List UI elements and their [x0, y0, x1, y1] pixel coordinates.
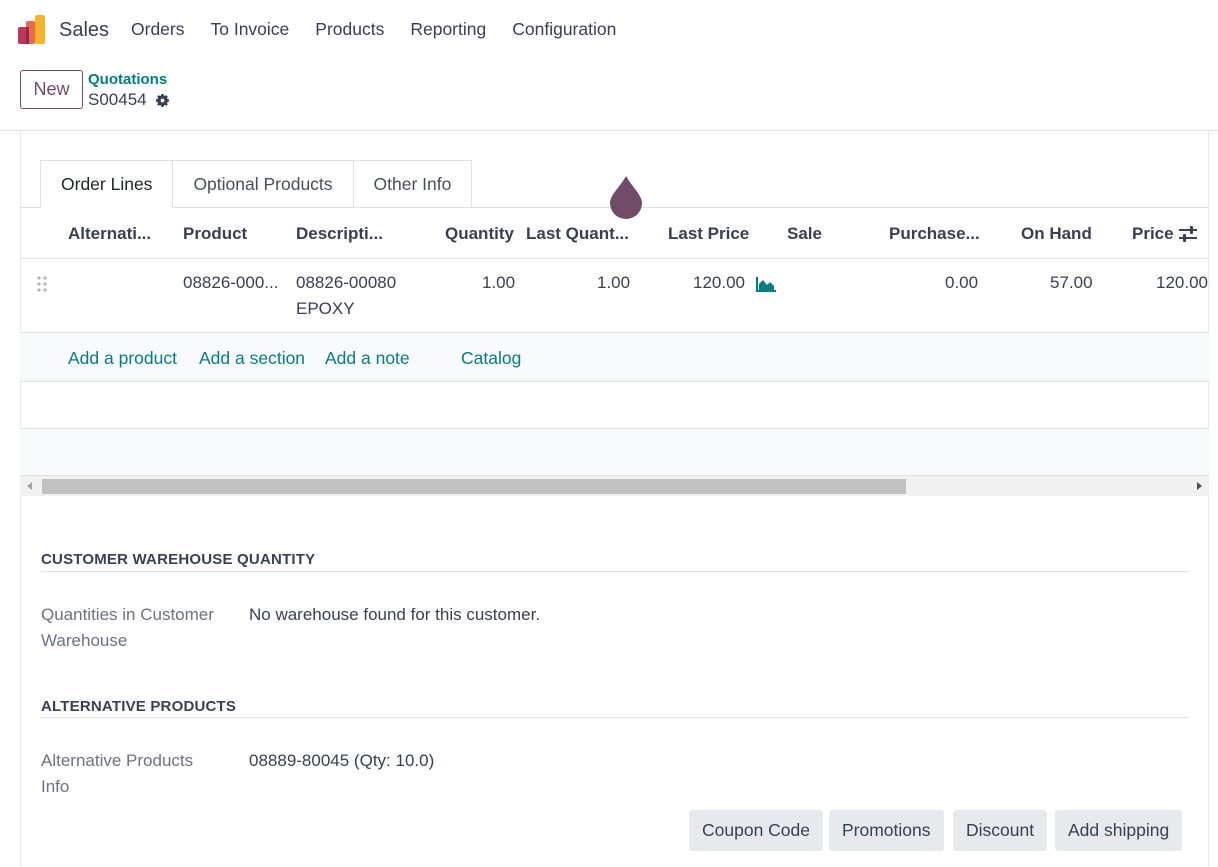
cell-product[interactable]: 08826-000... — [183, 273, 278, 293]
empty-row — [20, 429, 1209, 476]
notebook-tabs: Order Lines Optional Products Other Info — [40, 160, 473, 208]
new-button[interactable]: New — [20, 70, 83, 109]
cell-last-price: 120.00 — [693, 273, 745, 292]
add-note-link[interactable]: Add a note — [325, 348, 410, 369]
menu-products[interactable]: Products — [315, 19, 384, 40]
cell-price[interactable]: 120.00 — [1156, 273, 1208, 293]
section-divider — [41, 571, 1189, 572]
label-line: Info — [41, 777, 70, 796]
cell-last-quantity: 1.00 — [597, 273, 631, 292]
cell-purchase: 0.00 — [945, 273, 979, 292]
cell-description-line2[interactable]: EPOXY — [296, 299, 355, 319]
tab-other-info[interactable]: Other Info — [352, 160, 473, 208]
section-divider — [41, 717, 1189, 718]
menu-orders[interactable]: Orders — [131, 19, 184, 40]
optional-columns-icon[interactable] — [1177, 224, 1199, 244]
area-chart-icon[interactable] — [755, 275, 777, 293]
section-title-alternative-products: ALTERNATIVE PRODUCTS — [41, 698, 237, 715]
record-name: S00454 — [88, 90, 147, 109]
field-value-customer-warehouse: No warehouse found for this customer. — [249, 605, 541, 624]
section-title-customer-warehouse: CUSTOMER WAREHOUSE QUANTITY — [41, 551, 316, 568]
column-header-last-quantity[interactable]: Last Quant... — [526, 224, 629, 244]
top-navbar: Sales Orders To Invoice Products Reporti… — [0, 0, 1218, 60]
sales-app-logo-icon[interactable] — [18, 15, 48, 45]
field-label-alternative-products: Alternative Products Info — [41, 748, 231, 800]
field-label-customer-warehouse: Quantities in Customer Warehouse — [41, 602, 231, 654]
column-header-last-price[interactable]: Last Price — [668, 224, 749, 244]
column-header-quantity[interactable]: Quantity — [445, 224, 514, 244]
coupon-code-button[interactable]: Coupon Code — [689, 810, 823, 851]
scroll-left-arrow-icon[interactable] — [27, 482, 32, 490]
cursor-drop-icon — [610, 176, 642, 219]
add-product-link[interactable]: Add a product — [68, 348, 177, 369]
tab-order-lines[interactable]: Order Lines — [40, 160, 174, 208]
column-header-alternative[interactable]: Alternati... — [68, 224, 151, 244]
column-header-description[interactable]: Descripti... — [296, 224, 383, 244]
tab-optional-products[interactable]: Optional Products — [172, 160, 354, 208]
empty-row — [20, 382, 1209, 429]
menu-reporting[interactable]: Reporting — [410, 19, 486, 40]
label-line: Alternative Products — [41, 751, 194, 770]
column-header-on-hand[interactable]: On Hand — [1021, 224, 1092, 244]
menu-to-invoice[interactable]: To Invoice — [210, 19, 289, 40]
discount-button[interactable]: Discount — [953, 810, 1048, 851]
drag-handle-icon[interactable] — [36, 275, 48, 293]
table-row[interactable]: 08826-000... 08826-00080 EPOXY 1.00 1.00… — [20, 259, 1209, 333]
field-value-alternative-products: 08889-80045 (Qty: 10.0) — [249, 751, 435, 770]
promotions-button[interactable]: Promotions — [829, 810, 944, 851]
add-line-row: Add a product Add a section Add a note C… — [20, 333, 1209, 382]
cell-description-line1[interactable]: 08826-00080 — [296, 273, 396, 293]
cell-on-hand: 57.00 — [1050, 273, 1093, 292]
scrollbar-thumb[interactable] — [42, 479, 906, 494]
column-header-sale[interactable]: Sale — [787, 224, 822, 244]
column-header-price[interactable]: Price — [1132, 224, 1174, 244]
column-header-product[interactable]: Product — [183, 224, 247, 244]
gear-icon[interactable] — [154, 92, 171, 109]
main-menu: Orders To Invoice Products Reporting Con… — [131, 19, 642, 40]
menu-configuration[interactable]: Configuration — [512, 19, 616, 40]
label-line: Quantities in Customer — [41, 605, 214, 624]
add-shipping-button[interactable]: Add shipping — [1055, 810, 1183, 851]
breadcrumb-quotations[interactable]: Quotations — [88, 71, 167, 88]
app-name[interactable]: Sales — [59, 19, 109, 42]
label-line: Warehouse — [41, 631, 128, 650]
cell-quantity[interactable]: 1.00 — [482, 273, 515, 293]
add-section-link[interactable]: Add a section — [199, 348, 305, 369]
horizontal-scrollbar[interactable] — [20, 476, 1209, 496]
catalog-link[interactable]: Catalog — [461, 348, 521, 369]
scroll-right-arrow-icon[interactable] — [1197, 482, 1202, 490]
column-header-purchase[interactable]: Purchase... — [889, 224, 980, 244]
